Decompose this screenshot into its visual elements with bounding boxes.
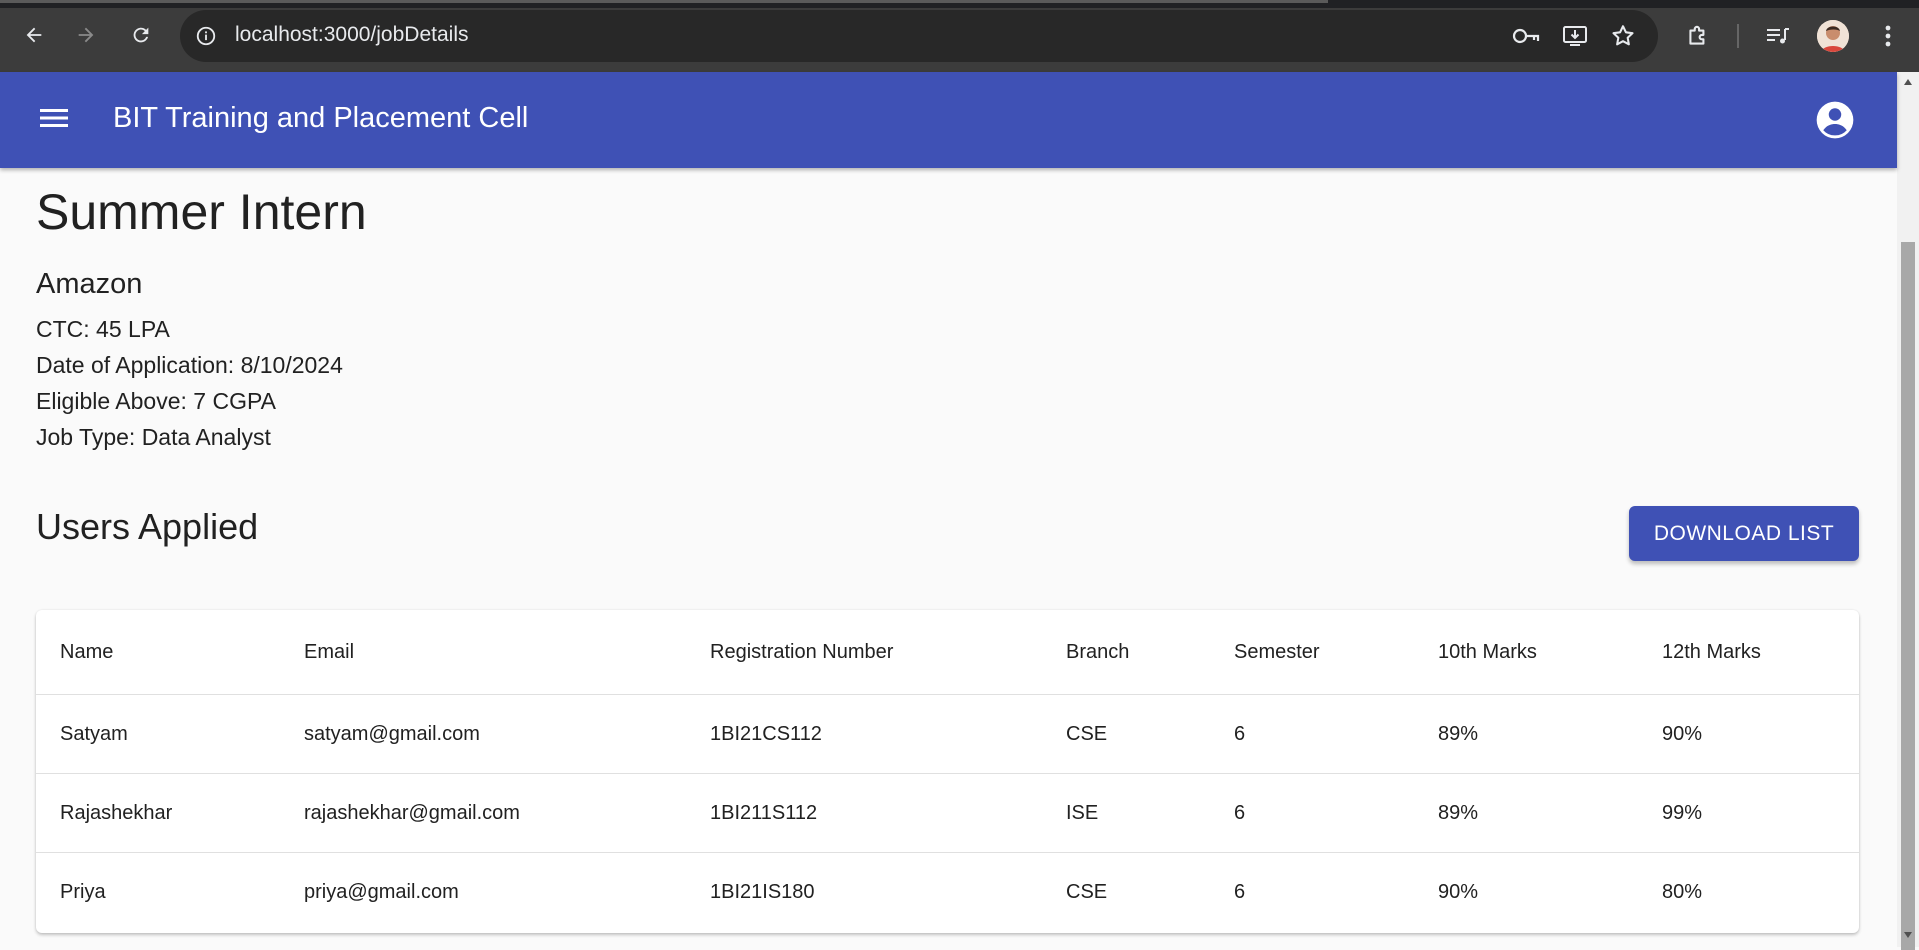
cell-12th-marks: 80%: [1662, 880, 1703, 903]
media-controls-button[interactable]: [1760, 18, 1796, 54]
scroll-down-arrow-icon[interactable]: [1903, 931, 1913, 939]
chrome-menu-button[interactable]: [1870, 18, 1906, 54]
loading-bar: [0, 0, 1328, 3]
column-header-semester: Semester: [1210, 610, 1414, 695]
scrollbar-thumb[interactable]: [1901, 242, 1915, 950]
cell-semester: 6: [1210, 694, 1414, 774]
cell-10th-marks: 89%: [1414, 694, 1638, 774]
cell-semester: 6: [1210, 773, 1414, 853]
install-app-icon: [1563, 26, 1587, 46]
extensions-icon: [1689, 25, 1705, 45]
column-header-name: Name: [36, 610, 280, 695]
cell-registration-number: 1BI211S112: [686, 773, 1042, 853]
table-row: Priya priya@gmail.com 1BI21IS180 CSE 6 9…: [36, 853, 1859, 932]
hamburger-menu-icon: [40, 109, 68, 127]
install-app-button[interactable]: [1557, 18, 1593, 54]
cell-email: satyam@gmail.com: [280, 694, 686, 774]
cell-registration-number: 1BI21CS112: [686, 694, 1042, 774]
kebab-menu-icon: [1885, 25, 1891, 47]
menu-button[interactable]: [34, 98, 74, 138]
back-button[interactable]: [14, 15, 54, 55]
account-circle-icon: [1816, 101, 1854, 139]
cell-12th-marks: 90%: [1638, 694, 1859, 774]
toolbar-separator: [1737, 24, 1739, 48]
forward-button[interactable]: [66, 15, 106, 55]
download-list-button[interactable]: Download List: [1629, 506, 1859, 561]
extensions-button[interactable]: [1680, 18, 1716, 54]
column-header-email: Email: [280, 610, 686, 695]
table-row: Satyam satyam@gmail.com 1BI21CS112 CSE 6…: [36, 694, 1859, 774]
applicants-table: Name Email Registration Number Branch Se…: [36, 610, 1859, 931]
cell-branch: CSE: [1066, 880, 1108, 903]
cell-10th-marks: 90%: [1438, 880, 1479, 903]
tab-strip: [0, 0, 1919, 8]
job-type: Job Type: Data Analyst: [36, 424, 271, 450]
users-applied-heading: Users Applied: [36, 506, 259, 547]
app-title: BIT Training and Placement Cell: [113, 102, 529, 134]
cell-email: rajashekhar@gmail.com: [280, 773, 686, 853]
bookmark-button[interactable]: [1605, 18, 1641, 54]
account-button[interactable]: [1812, 97, 1858, 143]
browser-toolbar: localhost:3000/jobDetails: [0, 0, 1919, 72]
cell-branch: ISE: [1042, 773, 1210, 853]
reload-button[interactable]: [121, 15, 161, 55]
company-name: Amazon: [36, 268, 143, 300]
media-controls-icon: [1767, 28, 1789, 44]
job-application-date: Date of Application: 8/10/2024: [36, 352, 343, 378]
job-eligibility: Eligible Above: 7 CGPA: [36, 388, 276, 414]
cell-semester: 6: [1234, 880, 1246, 903]
cell-name: Satyam: [36, 694, 280, 774]
profile-picture-icon: [1817, 20, 1849, 52]
page-scrollbar[interactable]: [1897, 72, 1919, 950]
cell-name: Rajashekhar: [36, 773, 280, 853]
column-header-10th-marks: 10th Marks: [1414, 610, 1638, 695]
table-row: Rajashekhar rajashekhar@gmail.com 1BI211…: [36, 773, 1859, 853]
cell-branch: CSE: [1042, 694, 1210, 774]
applicants-table-card: Name Email Registration Number Branch Se…: [36, 610, 1859, 933]
address-bar[interactable]: localhost:3000/jobDetails: [180, 10, 1658, 62]
scroll-up-arrow-icon[interactable]: [1903, 78, 1913, 86]
password-manager-button[interactable]: [1508, 18, 1544, 54]
column-header-registration-number: Registration Number: [686, 610, 1042, 695]
cell-12th-marks: 99%: [1638, 773, 1859, 853]
cell-name: Priya: [60, 880, 106, 903]
column-header-branch: Branch: [1042, 610, 1210, 695]
app-bar: BIT Training and Placement Cell: [0, 72, 1897, 168]
cell-10th-marks: 89%: [1414, 773, 1638, 853]
job-ctc: CTC: 45 LPA: [36, 316, 170, 342]
job-title: Summer Intern: [36, 184, 367, 240]
reload-icon: [133, 27, 149, 43]
cell-registration-number: 1BI21IS180: [710, 880, 815, 903]
site-info-button[interactable]: [192, 22, 220, 50]
site-info-icon: [196, 26, 216, 46]
table-header-row: Name Email Registration Number Branch Se…: [36, 610, 1859, 695]
password-key-icon: [1512, 28, 1540, 44]
forward-arrow-icon: [78, 27, 94, 43]
cell-email: priya@gmail.com: [304, 880, 459, 903]
column-header-12th-marks: 12th Marks: [1638, 610, 1859, 695]
url-text[interactable]: localhost:3000/jobDetails: [235, 23, 468, 47]
back-arrow-icon: [26, 27, 42, 43]
bookmark-star-icon: [1612, 25, 1634, 46]
profile-avatar[interactable]: [1817, 20, 1849, 52]
